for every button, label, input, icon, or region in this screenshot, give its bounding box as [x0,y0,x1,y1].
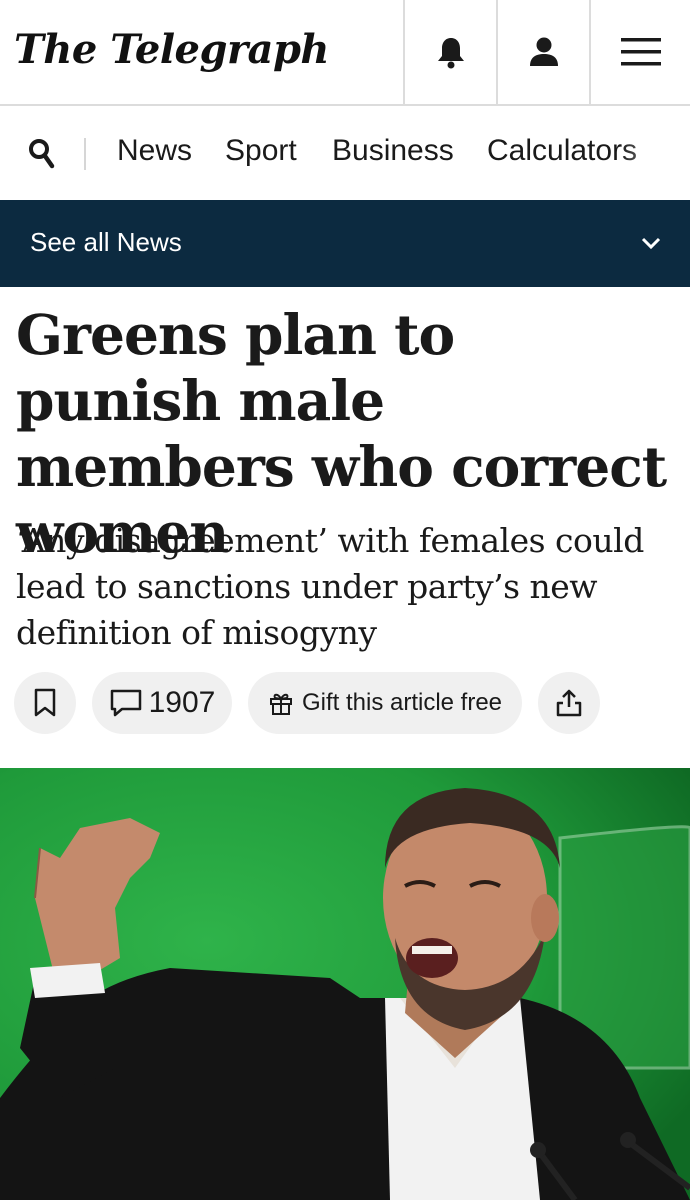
see-all-news-label: See all News [30,227,182,257]
gift-article-button[interactable]: Gift this article free [248,672,522,734]
article-standfirst: ‘Any disagreement’ with females could le… [16,521,644,652]
nav-item-news[interactable]: News [117,134,192,168]
chevron-down-icon [641,237,661,250]
nav-item-calculators[interactable]: Calculators [487,134,637,168]
nav-divider [84,138,86,170]
search-icon [29,139,55,169]
share-button[interactable] [538,672,600,734]
nav-scroll-fade [620,106,690,200]
article-hero-photo[interactable] [0,768,690,1200]
gift-article-label: Gift this article free [301,689,503,716]
see-all-news-dropdown[interactable]: See all News [0,200,690,287]
gift-icon [269,693,292,715]
search-button[interactable] [28,138,56,175]
comments-button[interactable]: 1907 [92,672,232,734]
site-header: The Telegraph [0,0,690,106]
site-logo[interactable]: The Telegraph [14,26,330,73]
speaker-photo-illustration [0,768,690,1200]
nav-item-business[interactable]: Business [332,134,454,168]
notifications-button[interactable] [403,0,496,104]
comment-icon [110,689,141,717]
bell-icon [437,38,464,69]
user-icon [529,37,558,66]
section-navigation: News Sport Business Calculators [0,106,690,200]
menu-button[interactable] [589,0,690,104]
account-button[interactable] [496,0,589,104]
nav-item-sport[interactable]: Sport [225,134,297,168]
share-icon [556,689,582,717]
bookmark-icon [34,688,56,717]
bookmark-button[interactable] [14,672,76,734]
comment-count: 1907 [148,686,216,719]
hamburger-menu-icon [620,38,661,66]
